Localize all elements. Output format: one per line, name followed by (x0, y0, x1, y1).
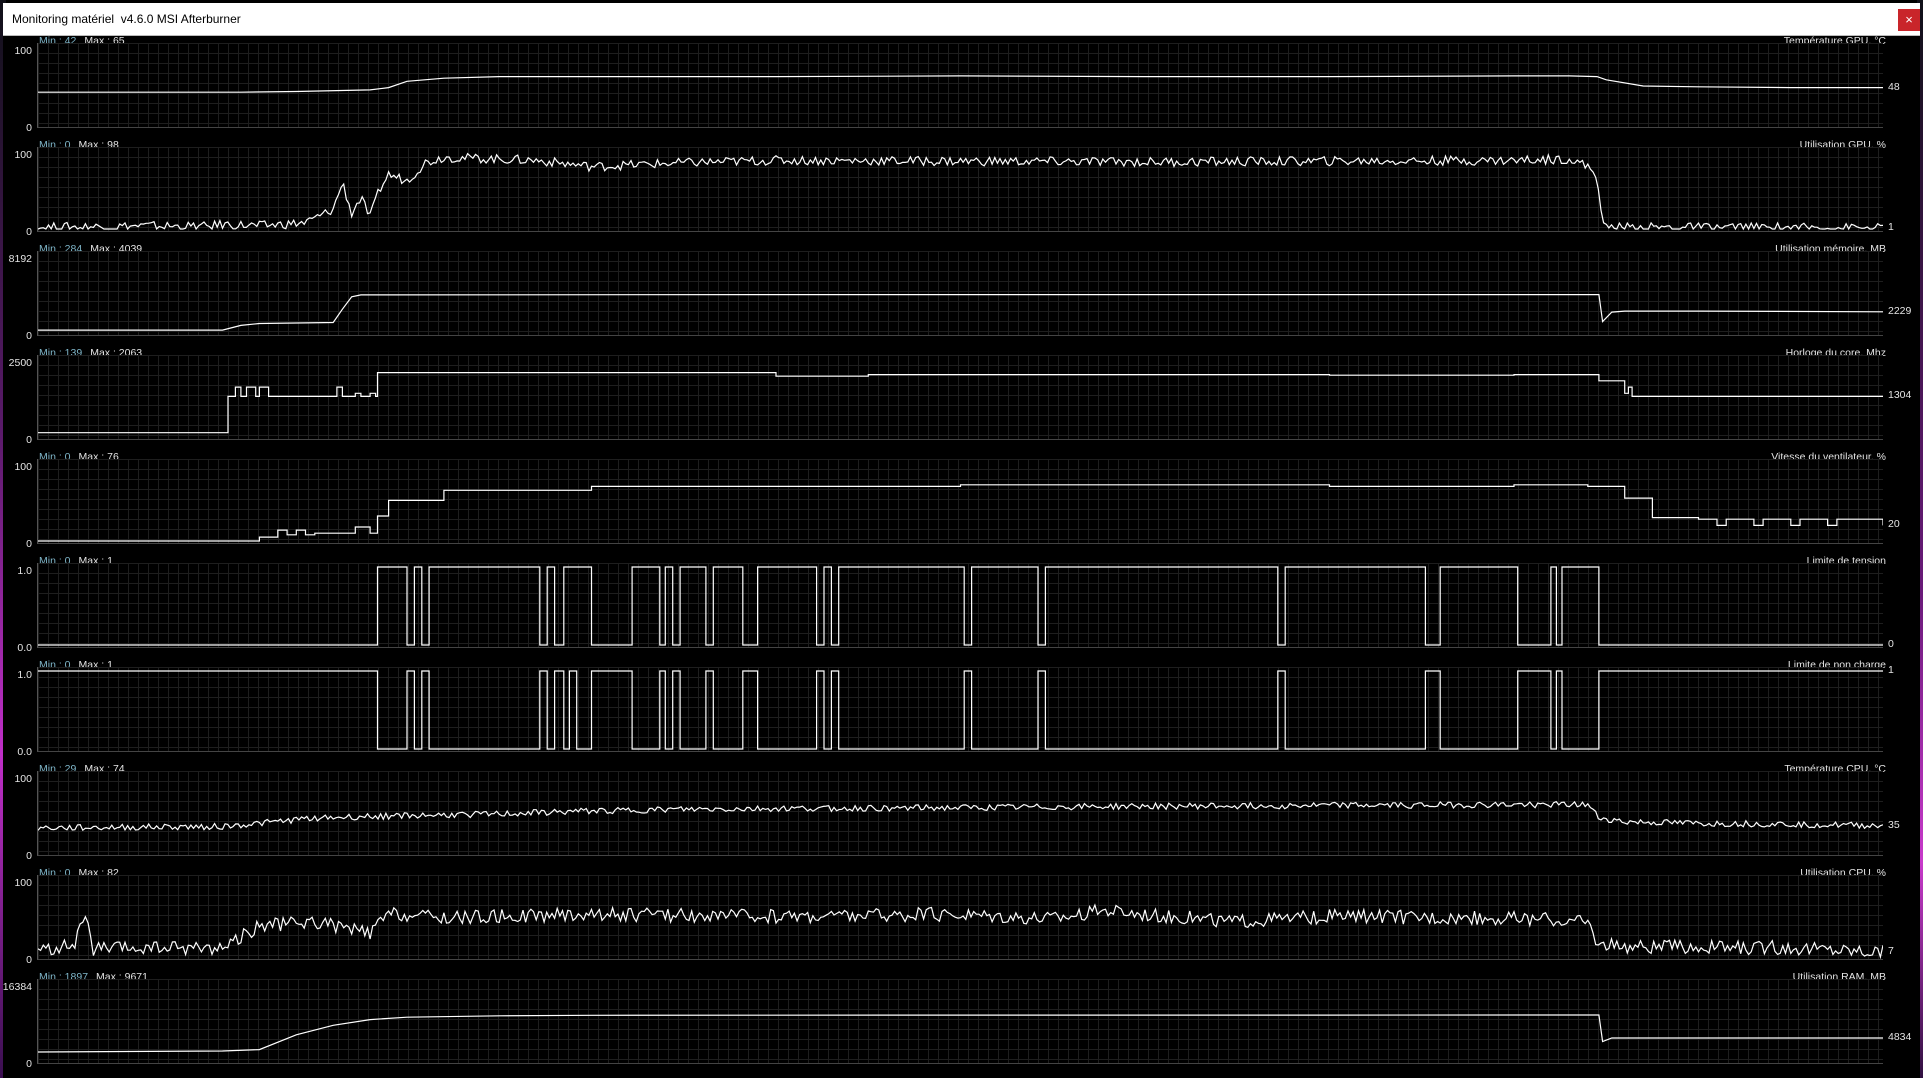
monitoring-window: Monitoring matériel v4.6.0 MSI Afterburn… (3, 3, 1920, 1078)
current-value: 7 (1888, 944, 1894, 957)
graph-area[interactable]: Min : 42 Max : 65 Température GPU, °C 100 0 4… (2, 35, 1920, 1078)
current-value: 2229 (1888, 304, 1912, 317)
graph-plot[interactable] (37, 667, 1883, 752)
graph-trace-line (38, 75, 1883, 93)
y-axis-max-label: 2500 (8, 357, 32, 369)
graph-trace-svg (38, 800, 1883, 832)
graph-panel-no-load-limit[interactable]: Min : 0 Max : 1 Limite de non charge 1.0 0.0… (3, 659, 1920, 764)
close-icon: × (1905, 12, 1913, 27)
graph-trace-line (38, 566, 1883, 646)
y-axis-max-label: 100 (14, 773, 32, 785)
graph-trace-line (38, 903, 1883, 959)
y-axis-max-label: 8192 (8, 253, 32, 265)
graph-trace-svg (38, 372, 1883, 434)
graph-trace-svg (38, 484, 1883, 542)
graph-trace-line (38, 484, 1883, 542)
y-axis-max-label: 100 (14, 877, 32, 889)
graph-trace-svg (38, 1014, 1883, 1053)
graph-panel-fan-speed[interactable]: Min : 0 Max : 76 Vitesse du ventilateur, %… (3, 451, 1920, 556)
titlebar[interactable]: Monitoring matériel v4.6.0 MSI Afterburn… (3, 3, 1920, 36)
graph-plot[interactable] (37, 355, 1883, 440)
current-value: 4834 (1888, 1030, 1912, 1043)
y-axis-min-label: 0 (26, 954, 32, 966)
graph-plot[interactable] (37, 43, 1883, 128)
y-axis-max-label: 1.0 (17, 669, 32, 681)
graph-trace-line (38, 1014, 1883, 1053)
y-axis-min-label: 0 (26, 434, 32, 446)
y-axis-max-label: 100 (14, 149, 32, 161)
current-value: 20 (1888, 518, 1900, 531)
graph-plot[interactable] (37, 563, 1883, 648)
graph-trace-svg (38, 152, 1883, 231)
graph-trace-line (38, 372, 1883, 434)
current-value: 1 (1888, 221, 1894, 234)
graph-plot[interactable] (37, 147, 1883, 232)
graph-trace-svg (38, 903, 1883, 959)
graph-plot[interactable] (37, 459, 1883, 544)
graph-panel-core-clock[interactable]: Min : 139 Max : 2063 Horloge du core, Mhz 2… (3, 347, 1920, 452)
graph-trace-svg (38, 566, 1883, 646)
graph-panel-mem-usage[interactable]: Min : 284 Max : 4039 Utilisation mémoire, … (3, 243, 1920, 348)
graph-trace-line (38, 152, 1883, 231)
current-value: 0 (1888, 638, 1894, 650)
graph-panel-power-limit[interactable]: Min : 0 Max : 1 Limite de tension 1.0 0.0 0 (3, 555, 1920, 660)
graph-trace-line (38, 800, 1883, 832)
current-value: 1 (1888, 664, 1894, 676)
graph-trace-line (38, 670, 1883, 750)
current-value: 35 (1888, 818, 1900, 831)
y-axis-min-label: 0 (26, 850, 32, 862)
graph-panel-gpu-temp[interactable]: Min : 42 Max : 65 Température GPU, °C 100 0 4… (3, 35, 1920, 140)
y-axis-min-label: 0 (26, 1058, 32, 1070)
window-title: Monitoring matériel v4.6.0 MSI Afterburn… (12, 12, 241, 26)
y-axis-max-label: 100 (14, 45, 32, 57)
current-value: 48 (1888, 80, 1900, 93)
y-axis-min-label: 0.0 (17, 642, 32, 654)
graph-plot[interactable] (37, 979, 1883, 1064)
graph-panel-cpu-temp[interactable]: Min : 29 Max : 74 Température CPU, °C 100 0 3… (3, 763, 1920, 868)
graph-panel-ram-usage[interactable]: Min : 1897 Max : 9671 Utilisation RAM, MB 1… (2, 971, 1920, 1076)
y-axis-min-label: 0 (26, 226, 32, 238)
graph-trace-line (38, 294, 1883, 331)
graph-trace-svg (38, 670, 1883, 750)
graph-plot[interactable] (37, 875, 1883, 960)
y-axis-min-label: 0.0 (17, 746, 32, 758)
y-axis-max-label: 16384 (2, 981, 32, 993)
y-axis-min-label: 0 (26, 538, 32, 550)
graph-panel-gpu-usage[interactable]: Min : 0 Max : 98 Utilisation GPU, % 100 0 1 (3, 139, 1920, 244)
close-button[interactable]: × (1898, 9, 1920, 31)
y-axis-max-label: 1.0 (17, 565, 32, 577)
graph-plot[interactable] (37, 771, 1883, 856)
graph-trace-svg (38, 75, 1883, 93)
graph-plot[interactable] (37, 251, 1883, 336)
graph-trace-svg (38, 294, 1883, 331)
y-axis-min-label: 0 (26, 122, 32, 134)
y-axis-min-label: 0 (26, 330, 32, 342)
current-value: 1304 (1888, 389, 1912, 402)
graph-panel-cpu-usage[interactable]: Min : 0 Max : 82 Utilisation CPU, % 100 0 7 (3, 867, 1920, 972)
y-axis-max-label: 100 (14, 461, 32, 473)
